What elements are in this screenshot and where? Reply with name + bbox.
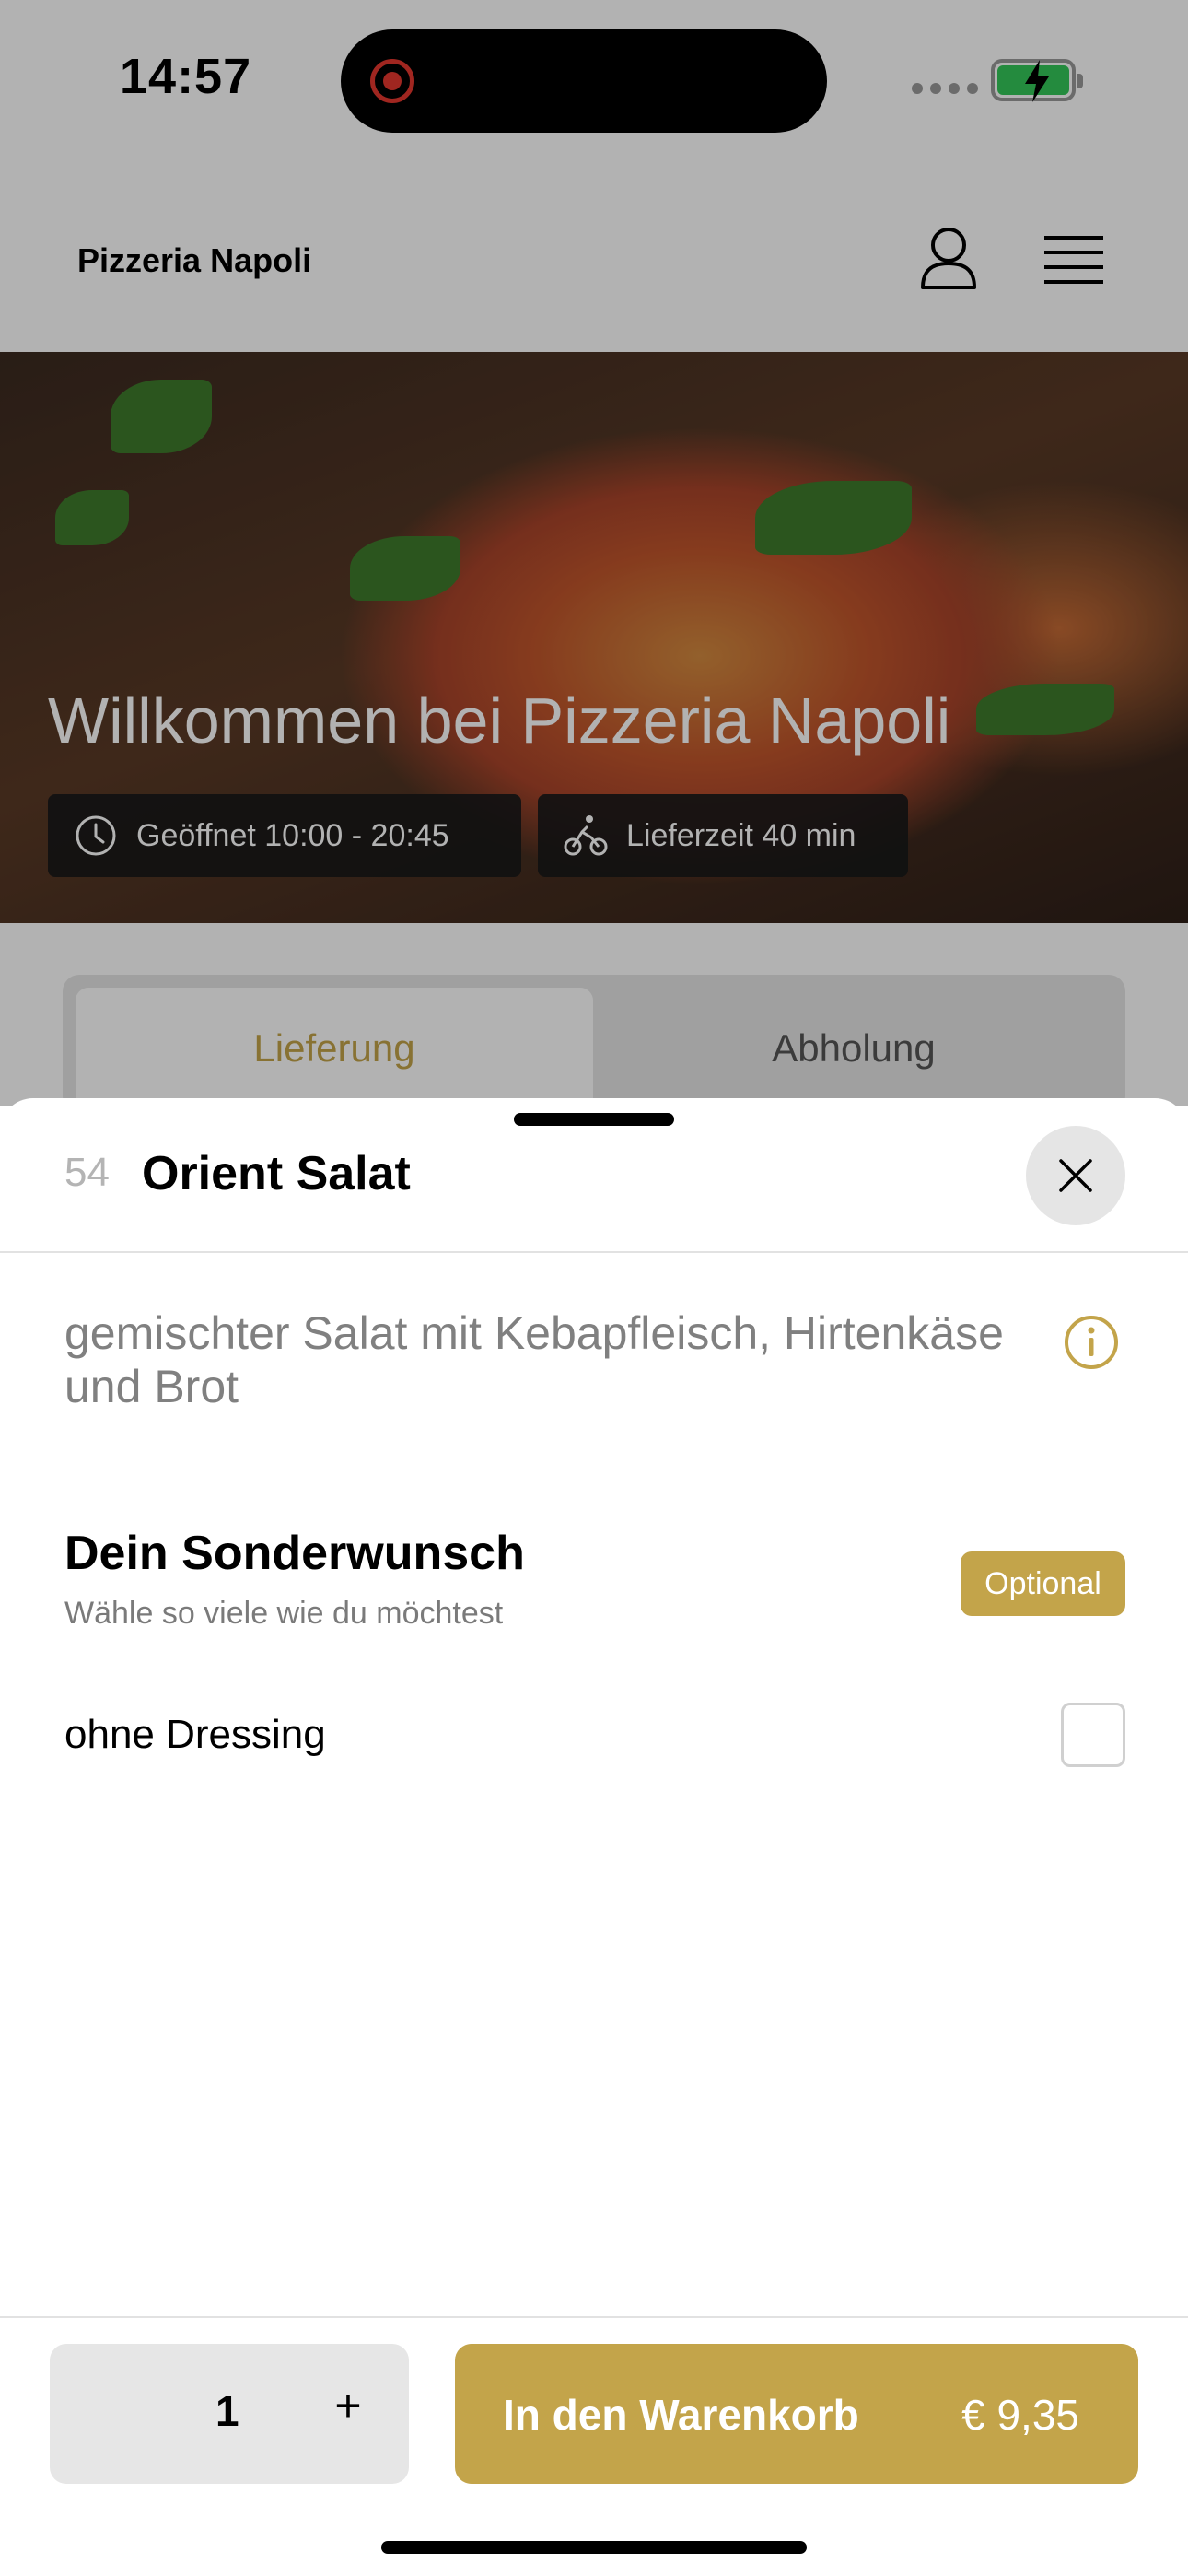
option-checkbox[interactable] [1061,1703,1125,1767]
price-label: € 9,35 [961,2391,1079,2439]
optional-badge: Optional [961,1551,1125,1616]
info-icon[interactable] [1063,1314,1120,1371]
home-indicator[interactable] [381,2541,807,2554]
increment-button[interactable]: + [330,2379,367,2432]
modal-backdrop[interactable] [0,0,1188,1106]
quantity-stepper: 1 + [50,2344,409,2484]
item-number: 54 [64,1150,110,1195]
close-button[interactable] [1026,1126,1125,1225]
product-sheet: 54 Orient Salat gemischter Salat mit Keb… [0,1098,1188,2576]
divider [0,1251,1188,1253]
add-to-cart-label: In den Warenkorb [503,2391,859,2439]
quantity-value: 1 [215,2387,239,2435]
option-label[interactable]: ohne Dressing [64,1712,326,1758]
close-icon [1059,1159,1092,1192]
sheet-grabber[interactable] [514,1113,674,1126]
add-to-cart-button[interactable]: In den Warenkorb € 9,35 [455,2344,1138,2484]
section-title: Dein Sonderwunsch [64,1527,525,1580]
item-description: gemischter Salat mit Kebapfleisch, Hirte… [64,1307,1004,1412]
divider [0,2316,1188,2318]
item-name: Orient Salat [142,1147,411,1200]
section-subtitle: Wähle so viele wie du möchtest [64,1596,504,1631]
